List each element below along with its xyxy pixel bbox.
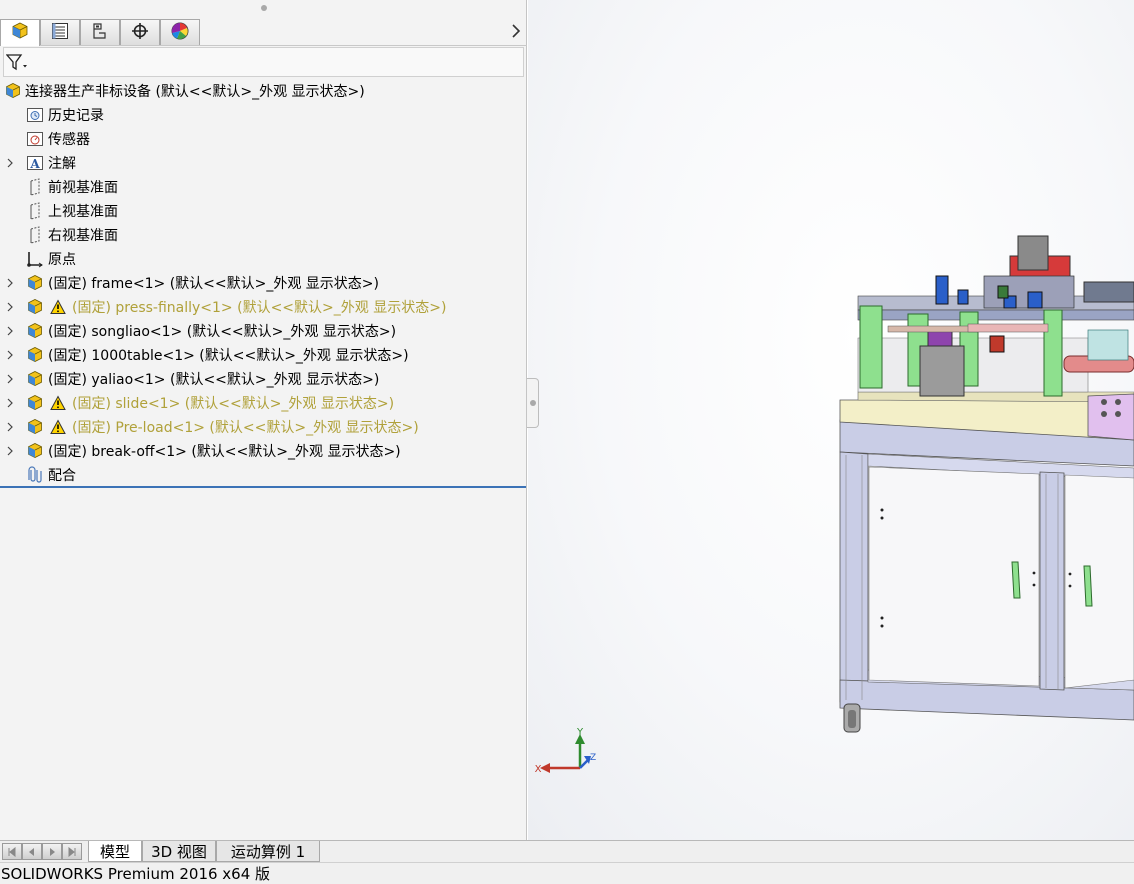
tab-display-manager[interactable] xyxy=(160,19,200,45)
sensor-icon xyxy=(25,129,45,149)
plane-icon xyxy=(25,201,45,221)
status-text: SOLIDWORKS Premium 2016 x64 版 xyxy=(1,865,271,883)
expand-arrow-icon[interactable] xyxy=(5,326,15,336)
tab-feature-manager[interactable] xyxy=(0,19,40,46)
panel-collapse-handle[interactable] xyxy=(527,378,539,428)
crosshair-icon xyxy=(131,22,149,44)
part-icon xyxy=(25,273,45,293)
graphics-area[interactable]: Y X Z xyxy=(528,0,1134,840)
tree-item-label: 上视基准面 xyxy=(48,204,118,220)
tab-3d-view[interactable]: 3D 视图 xyxy=(142,841,216,862)
warning-icon xyxy=(48,417,68,437)
expand-arrow-icon[interactable] xyxy=(5,374,15,384)
part-icon xyxy=(25,321,45,341)
triad-z-label: Z xyxy=(590,753,596,763)
chevron-right-icon[interactable] xyxy=(509,23,523,39)
component-label: (固定) Pre-load<1> (默认<<默认>_外观 显示状态>) xyxy=(72,420,419,436)
plane-icon xyxy=(25,177,45,197)
component-label: (固定) 1000table<1> (默认<<默认>_外观 显示状态>) xyxy=(48,348,409,364)
part-icon xyxy=(25,441,45,461)
tree-filter-bar[interactable] xyxy=(3,47,524,77)
component-label: (固定) press-finally<1> (默认<<默认>_外观 显示状态>) xyxy=(72,300,447,316)
tree-end-separator xyxy=(0,486,526,488)
expand-arrow-icon[interactable] xyxy=(5,278,15,288)
part-icon xyxy=(25,345,45,365)
warning-icon xyxy=(48,297,68,317)
tab-property-manager[interactable] xyxy=(40,19,80,45)
assembly-model-view[interactable]: Y X Z xyxy=(528,0,1134,840)
funnel-icon[interactable] xyxy=(5,53,30,73)
expand-arrow-icon[interactable] xyxy=(5,302,15,312)
part-icon xyxy=(25,369,45,389)
annotation-icon: A xyxy=(25,153,45,173)
component-label: (固定) songliao<1> (默认<<默认>_外观 显示状态>) xyxy=(48,324,397,340)
plane-icon xyxy=(25,225,45,245)
component-label: (固定) break-off<1> (默认<<默认>_外观 显示状态>) xyxy=(48,444,401,460)
part-icon xyxy=(25,417,45,437)
manager-tabs xyxy=(0,17,527,46)
axis-triad: Y X Z xyxy=(535,727,597,775)
paperclip-icon xyxy=(25,465,45,485)
triad-x-label: X xyxy=(535,764,542,775)
component-label: (固定) yaliao<1> (默认<<默认>_外观 显示状态>) xyxy=(48,372,380,388)
origin-icon xyxy=(25,249,45,269)
part-icon xyxy=(25,297,45,317)
component-label: (固定) slide<1> (默认<<默认>_外观 显示状态>) xyxy=(72,396,395,412)
panel-resize-grip[interactable] xyxy=(0,0,527,16)
status-bar: SOLIDWORKS Premium 2016 x64 版 xyxy=(0,862,1134,884)
last-tab-button[interactable] xyxy=(62,843,82,860)
model-tabs-strip: 模型 3D 视图 运动算例 1 xyxy=(0,840,1134,862)
configuration-icon xyxy=(91,22,109,44)
property-list-icon xyxy=(51,22,69,44)
expand-arrow-icon[interactable] xyxy=(5,158,15,168)
tab-configuration-manager[interactable] xyxy=(80,19,120,45)
assembly-icon xyxy=(10,21,30,45)
tree-item-label: 原点 xyxy=(48,252,76,268)
tree-item-label: 右视基准面 xyxy=(48,228,118,244)
prev-tab-button[interactable] xyxy=(22,843,42,860)
tree-root-label: 连接器生产非标设备 (默认<<默认>_外观 显示状态>) xyxy=(25,84,365,100)
color-wheel-icon xyxy=(170,21,190,45)
part-icon xyxy=(25,393,45,413)
warning-icon xyxy=(48,393,68,413)
tab-model[interactable]: 模型 xyxy=(88,841,142,862)
expand-arrow-icon[interactable] xyxy=(5,350,15,360)
history-icon xyxy=(25,105,45,125)
triad-y-label: Y xyxy=(576,727,584,738)
tree-item-label: 注解 xyxy=(48,156,76,172)
expand-arrow-icon[interactable] xyxy=(5,422,15,432)
expand-arrow-icon[interactable] xyxy=(5,398,15,408)
tree-item-label: 配合 xyxy=(48,468,76,484)
tree-item-label: 历史记录 xyxy=(48,108,104,124)
assembly-icon xyxy=(3,81,23,101)
svg-text:A: A xyxy=(29,157,40,171)
expand-arrow-icon[interactable] xyxy=(5,446,15,456)
tab-motion-study[interactable]: 运动算例 1 xyxy=(216,841,320,862)
tab-dimxpert-manager[interactable] xyxy=(120,19,160,45)
next-tab-button[interactable] xyxy=(42,843,62,860)
tree-item-label: 传感器 xyxy=(48,132,90,148)
tree-item-label: 前视基准面 xyxy=(48,180,118,196)
component-label: (固定) frame<1> (默认<<默认>_外观 显示状态>) xyxy=(48,276,380,292)
feature-manager-panel: 连接器生产非标设备 (默认<<默认>_外观 显示状态>) 历史记录 传感器 A … xyxy=(0,0,527,840)
first-tab-button[interactable] xyxy=(2,843,22,860)
